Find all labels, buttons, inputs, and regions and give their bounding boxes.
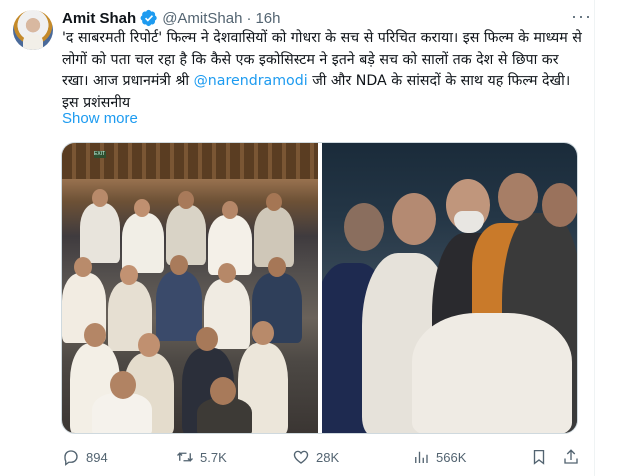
auditorium-audience-photo[interactable]: EXIT [62,143,318,433]
retweet-button[interactable]: 5.7K [176,446,227,468]
retweet-count: 5.7K [200,449,227,465]
tweet-text: 'द साबरमती रिपोर्ट' फिल्म ने देशवासियों … [62,28,584,114]
views-icon [415,451,428,463]
timestamp[interactable]: 16h [255,10,280,27]
share-button[interactable] [562,446,580,468]
more-icon[interactable]: ··· [571,7,592,25]
reply-button[interactable]: 894 [62,446,108,468]
show-more-link[interactable]: Show more [62,110,138,127]
bookmark-icon [533,449,545,465]
avatar[interactable] [13,10,53,50]
ceiling-decor [62,143,318,179]
reply-count: 894 [86,449,108,465]
action-bar: 894 5.7K 28K 566K [62,446,584,468]
heart-icon [293,450,309,464]
share-icon [564,449,578,464]
reply-icon [64,450,78,466]
views-button[interactable]: 566K [412,446,466,468]
like-button[interactable]: 28K [292,446,339,468]
tweet-header: Amit Shah @AmitShah · 16h [62,8,590,28]
author-name[interactable]: Amit Shah [62,10,136,27]
column-divider [594,0,595,476]
views-count: 566K [436,449,467,465]
separator-dot: · [246,9,252,27]
mention-link[interactable]: @narendramodi [194,73,308,89]
author-handle[interactable]: @AmitShah [162,10,242,27]
like-count: 28K [316,449,340,465]
retweet-icon [177,452,193,462]
verified-badge-icon [140,9,158,27]
exit-sign: EXIT [94,151,106,158]
media-grid: EXIT [61,142,578,434]
bookmark-button[interactable] [530,446,548,468]
leaders-watching-film-photo[interactable] [322,143,577,433]
